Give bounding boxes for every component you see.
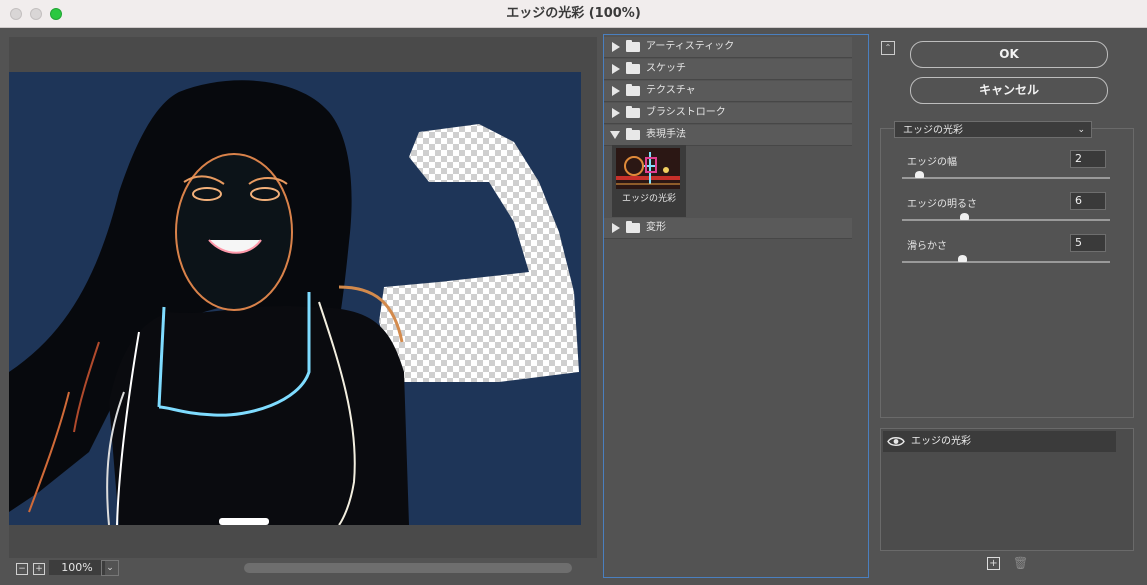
preview-image [9, 72, 581, 525]
folder-icon [626, 84, 640, 96]
new-effect-layer-icon[interactable]: + [987, 557, 1000, 570]
edge-brightness-slider[interactable] [902, 213, 1110, 221]
effect-layer-row[interactable]: エッジの光彩 [883, 431, 1116, 452]
filter-group-label: ブラシストローク [646, 107, 726, 118]
filter-thumbnail-glowing-edges[interactable]: エッジの光彩 [612, 145, 686, 217]
expand-arrow-icon [612, 86, 620, 96]
filter-gallery-list: アーティスティック スケッチ テクスチャ ブラシストローク 表現手法 エッジの光… [603, 34, 869, 578]
slider-knob[interactable] [958, 255, 968, 262]
edge-brightness-field[interactable]: 6 [1070, 192, 1106, 210]
edge-brightness-label: エッジの明るさ [907, 199, 977, 210]
folder-icon [626, 221, 640, 233]
folder-icon [626, 62, 640, 74]
filter-group-label: 変形 [646, 222, 666, 233]
filter-group-texture[interactable]: テクスチャ [604, 81, 852, 102]
cancel-button[interactable]: キャンセル [910, 77, 1108, 104]
chevron-down-icon: ⌄ [1077, 125, 1085, 135]
filter-group-label: スケッチ [646, 63, 686, 74]
folder-icon [626, 40, 640, 52]
slider-knob[interactable] [960, 213, 970, 220]
filter-group-sketch[interactable]: スケッチ [604, 59, 852, 80]
filter-group-label: アーティスティック [646, 41, 735, 52]
folder-icon [626, 106, 640, 118]
window-title: エッジの光彩 (100%) [506, 6, 641, 21]
effect-layers-panel: エッジの光彩 [880, 428, 1134, 551]
expand-arrow-icon [612, 64, 620, 74]
preview-zoom-bar: − + 100% ⌄ [9, 560, 597, 576]
filter-select[interactable]: エッジの光彩 ⌄ [894, 121, 1092, 138]
effect-layer-label: エッジの光彩 [911, 436, 971, 447]
edge-width-label: エッジの幅 [907, 157, 957, 168]
edge-width-slider[interactable] [902, 171, 1110, 179]
collapse-arrow-icon [610, 131, 620, 139]
trash-icon[interactable]: 🗑 [1013, 557, 1028, 569]
zoom-out-button[interactable]: − [16, 563, 28, 575]
eye-icon[interactable] [887, 435, 905, 448]
ok-button[interactable]: OK [910, 41, 1108, 68]
folder-open-icon [626, 128, 640, 140]
filter-select-value: エッジの光彩 [903, 125, 963, 136]
zoom-in-button[interactable]: + [33, 563, 45, 575]
filter-group-label: 表現手法 [646, 129, 686, 140]
expand-arrow-icon [612, 42, 620, 52]
slider-knob[interactable] [914, 171, 924, 178]
title-bar: エッジの光彩 (100%) [0, 0, 1147, 28]
horizontal-scrollbar[interactable] [244, 563, 572, 573]
zoom-dropdown-button[interactable]: ⌄ [101, 560, 119, 576]
filter-group-artistic[interactable]: アーティスティック [604, 37, 852, 58]
smoothness-label: 滑らかさ [907, 241, 947, 252]
expand-arrow-icon [612, 108, 620, 118]
smoothness-slider[interactable] [902, 255, 1110, 263]
collapse-up-icon[interactable]: ⌃ [881, 41, 895, 55]
filter-group-distort[interactable]: 変形 [604, 218, 852, 239]
expand-arrow-icon [612, 223, 620, 233]
zoom-level[interactable]: 100% [49, 560, 105, 575]
filter-group-stylize[interactable]: 表現手法 [604, 125, 852, 146]
glowing-edges-image [9, 72, 581, 525]
filter-thumbnail-label: エッジの光彩 [621, 194, 676, 204]
filter-thumbnail-image [616, 148, 680, 189]
smoothness-field[interactable]: 5 [1070, 234, 1106, 252]
filter-group-label: テクスチャ [646, 85, 696, 96]
preview-area[interactable] [9, 37, 597, 558]
edge-width-field[interactable]: 2 [1070, 150, 1106, 168]
filter-group-brush-strokes[interactable]: ブラシストローク [604, 103, 852, 124]
